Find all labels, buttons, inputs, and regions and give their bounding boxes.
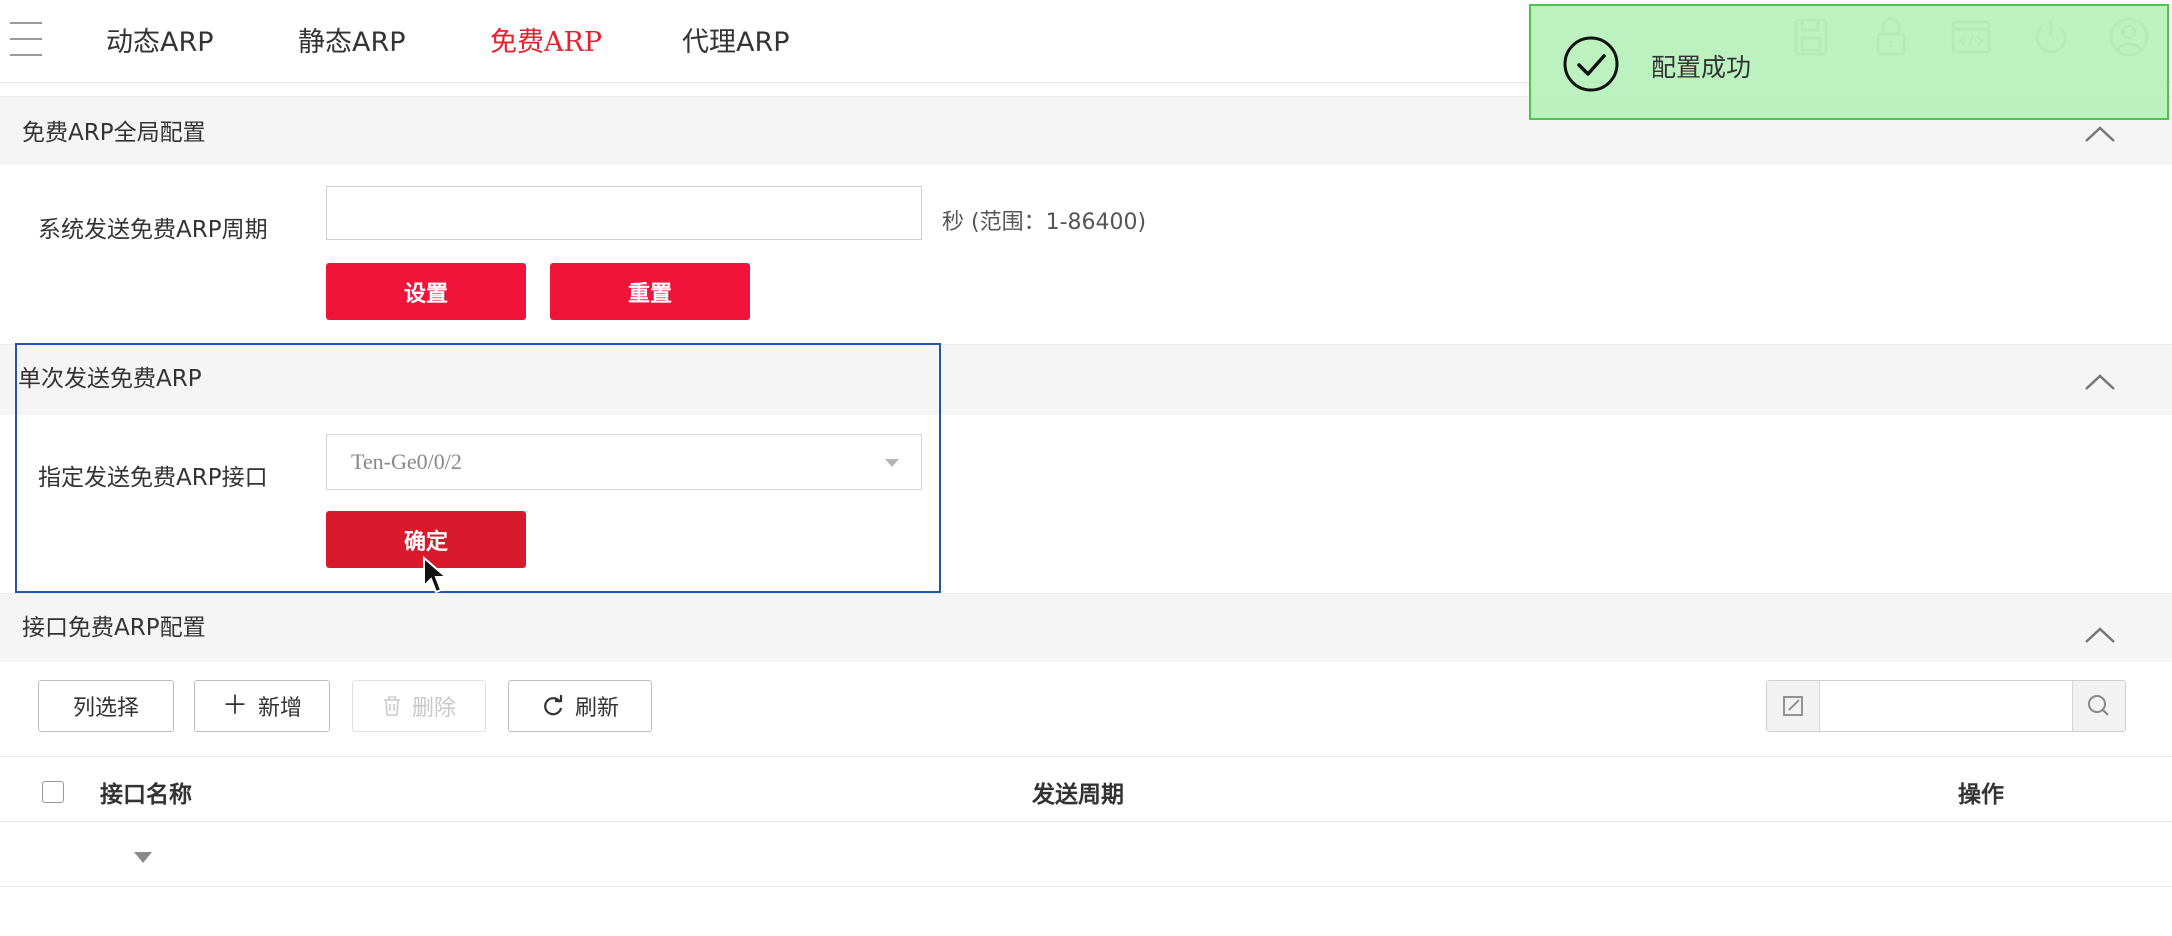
interface-select[interactable]: Ten-Ge0/0/2 <box>326 434 922 490</box>
collapse-chevron-icon[interactable] <box>2082 371 2118 393</box>
column-select-label: 列选择 <box>72 696 139 721</box>
column-header-interface[interactable]: 接口名称 <box>100 775 192 809</box>
trash-icon <box>383 696 400 716</box>
tab-static-arp[interactable]: 静态ARP <box>298 20 406 59</box>
search-icon[interactable] <box>2072 681 2125 731</box>
single-send-header[interactable]: 单次发送免费ARP <box>0 344 2172 415</box>
field-label: 指定发送免费ARP接口 <box>38 465 268 491</box>
section-title: 免费ARP全局配置 <box>22 120 206 146</box>
select-all-checkbox[interactable] <box>42 781 64 803</box>
range-hint: 秒 (范围：1-86400) <box>942 210 1147 235</box>
check-circle-icon <box>1563 36 1619 92</box>
hamburger-menu-icon[interactable] <box>10 18 42 60</box>
section-title: 单次发送免费ARP <box>18 366 202 392</box>
dropdown-caret-icon <box>885 459 899 467</box>
delete-button[interactable]: 删除 <box>352 680 486 732</box>
table-header-row: 接口名称 发送周期 操作 <box>0 756 2172 822</box>
column-header-actions: 操作 <box>1958 782 2004 808</box>
section-title: 接口免费ARP配置 <box>22 615 206 641</box>
collapse-chevron-icon[interactable] <box>2082 123 2118 145</box>
plus-icon: ＋ <box>221 691 248 721</box>
add-label: 新增 <box>258 696 303 721</box>
search-input[interactable] <box>1821 681 2073 733</box>
tab-gratuitous-arp[interactable]: 免费ARP <box>490 20 602 59</box>
expand-caret-icon[interactable] <box>134 852 152 863</box>
tab-dynamic-arp[interactable]: 动态ARP <box>106 20 214 59</box>
reset-button[interactable]: 重置 <box>550 263 750 320</box>
set-button[interactable]: 设置 <box>326 263 526 320</box>
success-toast: 配置成功 <box>1529 4 2169 120</box>
mouse-cursor-icon <box>423 556 449 594</box>
interface-config-header[interactable]: 接口免费ARP配置 <box>0 593 2172 662</box>
toast-message: 配置成功 <box>1651 53 1752 82</box>
refresh-button[interactable]: 刷新 <box>508 680 652 732</box>
arp-period-input[interactable] <box>326 186 922 240</box>
collapse-chevron-icon[interactable] <box>2082 624 2118 646</box>
column-header-period[interactable]: 发送周期 <box>1032 775 1124 809</box>
edit-icon[interactable] <box>1767 681 1820 731</box>
refresh-label: 刷新 <box>574 696 619 721</box>
tab-proxy-arp[interactable]: 代理ARP <box>682 20 790 59</box>
delete-label: 删除 <box>411 696 456 721</box>
search-box <box>1766 680 2126 733</box>
table-row <box>0 820 2172 887</box>
add-button[interactable]: ＋ 新增 <box>194 680 330 732</box>
refresh-icon <box>544 695 563 716</box>
selected-interface: Ten-Ge0/0/2 <box>351 449 462 474</box>
field-label: 系统发送免费ARP周期 <box>38 217 268 243</box>
column-select-button[interactable]: 列选择 <box>38 680 174 732</box>
